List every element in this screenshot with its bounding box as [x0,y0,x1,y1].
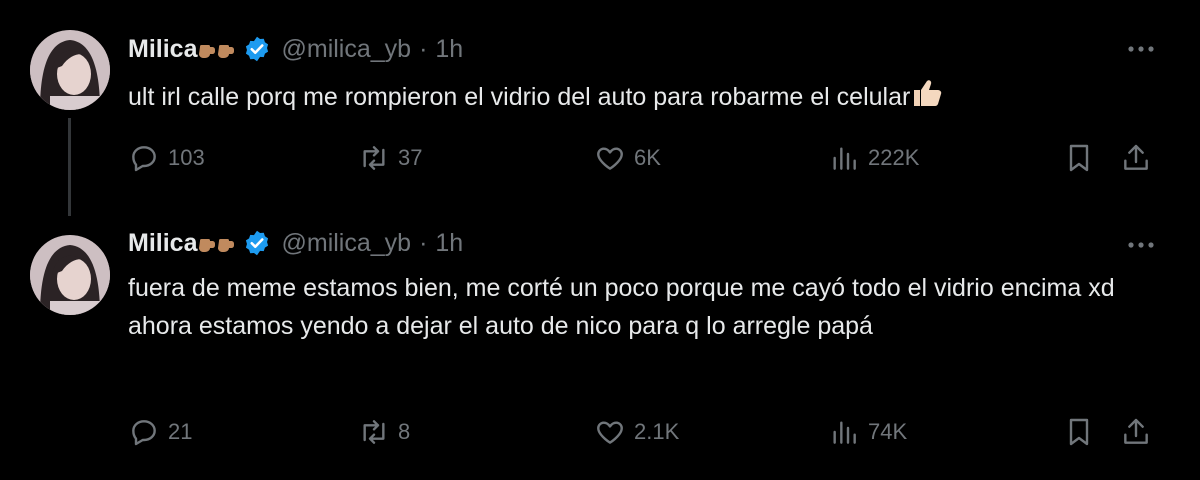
retweet-count: 37 [398,145,423,170]
thread-connector-line [68,118,71,216]
like-icon [597,421,623,444]
display-name[interactable]: Milica [128,229,197,258]
views-button[interactable]: 222K [828,142,919,174]
share-button[interactable] [1120,416,1152,448]
reply-icon [132,420,156,446]
user-handle[interactable]: @milica_yb [281,35,411,64]
retweet-button[interactable]: 37 [358,142,422,174]
share-button[interactable] [1120,142,1152,174]
tweet[interactable]: Milica @milica_yb · 1h ult irl calle por… [0,0,1200,216]
tweet-actions: 21 8 2.1K 74K [128,412,1160,452]
avatar[interactable] [30,235,110,315]
reply-count: 103 [168,145,205,170]
tweet-header: Milica @milica_yb · 1h [128,34,463,64]
avatar-image [30,235,110,315]
bookmark-button[interactable] [1063,142,1095,174]
separator-dot: · [419,228,428,257]
bookmark-button[interactable] [1063,416,1095,448]
avatar-image [30,30,110,110]
reply-button[interactable]: 21 [128,416,192,448]
pointing-hands-emoji-icon [199,231,237,255]
tweet-text: ult irl calle porq me rompieron el vidri… [128,76,1148,116]
views-icon [833,147,856,170]
tweet-header: Milica @milica_yb · 1h [128,228,463,258]
display-name[interactable]: Milica [128,35,197,64]
tweet-timestamp[interactable]: 1h [435,35,463,64]
user-handle[interactable]: @milica_yb [281,229,411,258]
tweet-text: fuera de meme estamos bien, me corté un … [128,269,1128,345]
verified-badge-icon [246,230,269,256]
avatar[interactable] [30,30,110,110]
tweet-actions: 103 37 6K 222K [128,138,1160,178]
share-icon [1124,144,1148,170]
share-icon [1124,418,1148,444]
like-count: 6K [634,145,661,170]
retweet-button[interactable]: 8 [358,416,410,448]
retweet-count: 8 [398,419,411,444]
more-icon[interactable] [1126,44,1156,54]
tweet-text-content: ult irl calle porq me rompieron el vidri… [128,83,911,111]
bookmark-icon [1069,418,1089,446]
reply-button[interactable]: 103 [128,142,205,174]
retweet-icon [363,146,385,170]
verified-badge-icon [246,36,269,62]
like-button[interactable]: 6K [594,142,661,174]
views-count: 74K [868,419,908,444]
tweet[interactable]: Milica @milica_yb · 1h fuera de meme est… [0,213,1200,480]
views-icon [833,421,856,444]
like-count: 2.1K [634,419,680,444]
thumbs-up-emoji-icon [914,80,942,106]
retweet-icon [363,420,385,444]
reply-count: 21 [168,419,193,444]
tweet-text-content: fuera de meme estamos bien, me corté un … [128,274,1115,340]
reply-icon [132,146,156,172]
tweet-timestamp[interactable]: 1h [435,229,463,258]
bookmark-icon [1069,144,1089,172]
like-icon [597,147,623,170]
separator-dot: · [419,34,428,63]
more-icon[interactable] [1126,240,1156,250]
pointing-hands-emoji-icon [199,37,237,61]
like-button[interactable]: 2.1K [594,416,679,448]
views-count: 222K [868,145,920,170]
views-button[interactable]: 74K [828,416,907,448]
